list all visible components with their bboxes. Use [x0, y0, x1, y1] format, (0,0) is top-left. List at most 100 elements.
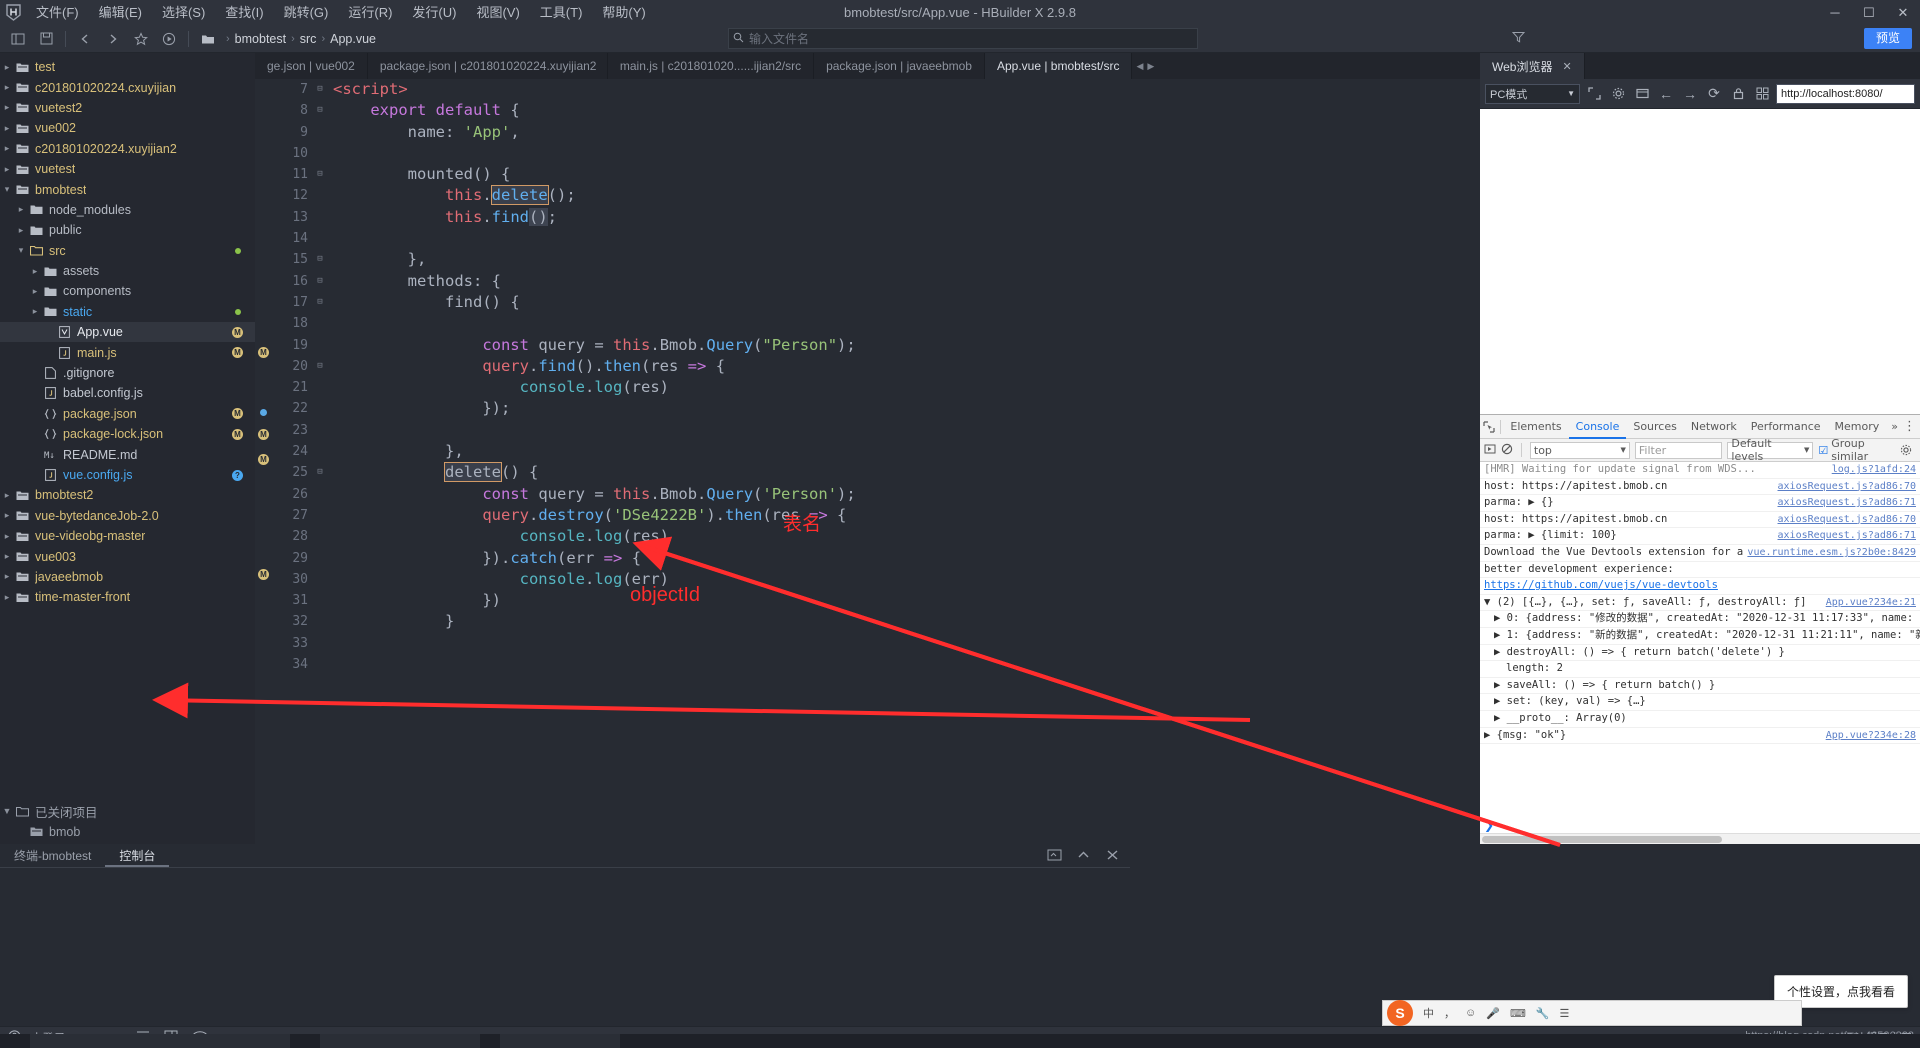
ime-menu-icon[interactable]: ☰ [1560, 1007, 1570, 1020]
console-line-1[interactable]: host: https://apitest.bmob.cn axiosReques… [1480, 479, 1920, 496]
ime-chinese-icon[interactable]: 中 [1423, 1005, 1434, 1021]
clear-console-icon[interactable] [1501, 443, 1513, 458]
editor-tab-4[interactable]: App.vue | bmobtest/src [984, 53, 1133, 79]
chevron-right-icon[interactable]: ▸ [0, 123, 14, 134]
tree-item-c201801020224-xuyijian2[interactable]: ▸ c201801020224.xuyijian2 [0, 139, 255, 159]
console-line-12[interactable]: length: 2 [1480, 661, 1920, 678]
forward-icon[interactable]: → [1680, 84, 1700, 104]
console-source-link[interactable]: App.vue?234e:21 [1826, 595, 1916, 611]
close-icon[interactable] [1105, 848, 1120, 865]
tab-console[interactable]: Console [1569, 415, 1627, 439]
editor-tab-2[interactable]: main.js | c201801020......ijian2/src [607, 53, 815, 79]
tree-item-vuetest2[interactable]: ▸ vuetest2 [0, 98, 255, 118]
console-source-link[interactable]: axiosRequest.js?ad86:70 [1778, 479, 1916, 495]
tab-sources[interactable]: Sources [1626, 415, 1684, 439]
url-bar[interactable]: http://localhost:8080/ [1776, 83, 1915, 104]
kebab-icon[interactable]: ⋮ [1903, 419, 1916, 434]
tree-item-test[interactable]: ▸ test [0, 57, 255, 77]
menu-view[interactable]: 视图(V) [466, 0, 529, 25]
tab-elements[interactable]: Elements [1503, 415, 1568, 439]
chevron-down-icon[interactable]: ▾ [14, 245, 28, 256]
menu-file[interactable]: 文件(F) [26, 0, 89, 25]
tree-item-src[interactable]: ▾ src [0, 241, 255, 261]
console-settings-icon[interactable] [1900, 444, 1916, 456]
console-source-link[interactable]: log.js?1afd:24 [1832, 462, 1916, 478]
menu-select[interactable]: 选择(S) [152, 0, 215, 25]
group-similar-checkbox[interactable]: ☑ Group similar [1818, 437, 1895, 463]
chevron-right-icon[interactable]: ▸ [14, 204, 28, 215]
console-line-9[interactable]: ▶ 0: {address: "修改的数据", createdAt: "2020… [1480, 611, 1920, 628]
console-filter-input[interactable]: Filter [1634, 441, 1723, 459]
tree-item-time-master-front[interactable]: ▸ time-master-front [0, 587, 255, 607]
menu-find[interactable]: 查找(I) [215, 0, 273, 25]
reload-icon[interactable]: ⟳ [1704, 84, 1724, 104]
tree-item--gitignore[interactable]: .gitignore [0, 363, 255, 383]
fold-toggle-icon[interactable]: ⊟ [313, 79, 327, 100]
console-line-4[interactable]: parma: ▶ {limit: 100} axiosRequest.js?ad8… [1480, 528, 1920, 545]
back-icon[interactable]: ← [1656, 84, 1676, 104]
tab-web-browser[interactable]: Web浏览器 ✕ [1480, 53, 1585, 79]
ime-smiley-icon[interactable]: ☺ [1465, 1007, 1476, 1019]
export-icon[interactable] [1047, 848, 1062, 865]
chevron-right-icon[interactable]: ▸ [28, 286, 42, 297]
chevron-right-icon[interactable]: ▸ [0, 102, 14, 113]
console-horizontal-scrollbar[interactable] [1480, 833, 1920, 844]
tree-item-package-json[interactable]: package.json M [0, 404, 255, 424]
toggle-sidebar-icon[interactable] [4, 26, 32, 52]
chevron-right-icon[interactable]: ▸ [0, 490, 14, 501]
browser-viewport[interactable] [1480, 109, 1920, 414]
close-icon[interactable]: ✕ [1562, 60, 1571, 73]
grid-icon[interactable] [1752, 84, 1772, 104]
tree-item-vue-bytedancejob-2-0[interactable]: ▸ vue-bytedanceJob-2.0 [0, 506, 255, 526]
device-mode-select[interactable]: PC模式 ▼ [1485, 83, 1580, 104]
tree-item-app-vue[interactable]: App.vue M [0, 322, 255, 343]
chevron-right-icon[interactable]: ▸ [28, 306, 42, 317]
console-line-7[interactable]: https://github.com/vuejs/vue-devtools [1480, 578, 1920, 595]
console-source-link[interactable]: App.vue?234e:28 [1826, 728, 1916, 744]
tree-item-vue003[interactable]: ▸ vue003 [0, 546, 255, 566]
console-source-link[interactable]: axiosRequest.js?ad86:71 [1778, 495, 1916, 511]
taskbar-item-1[interactable] [30, 1034, 290, 1048]
console-output[interactable]: [HMR] Waiting for update signal from WDS… [1480, 462, 1920, 817]
breadcrumb-item-folder[interactable]: src [300, 32, 317, 46]
tree-item-bmobtest2[interactable]: ▸ bmobtest2 [0, 485, 255, 505]
console-line-0[interactable]: [HMR] Waiting for update signal from WDS… [1480, 462, 1920, 479]
fold-toggle-icon[interactable]: ⊟ [313, 356, 327, 377]
editor-tab-3[interactable]: package.json | javaeebmob [814, 53, 985, 79]
lock-icon[interactable] [1728, 84, 1748, 104]
fold-toggle-icon[interactable]: ⊟ [313, 292, 327, 313]
console-line-13[interactable]: ▶ saveAll: () => { return batch() } [1480, 678, 1920, 695]
maximize-button[interactable]: ☐ [1852, 0, 1886, 25]
tab-terminal[interactable]: 终端-bmobtest [0, 844, 105, 867]
fold-toggle-icon[interactable]: ⊟ [313, 249, 327, 270]
console-line-11[interactable]: ▶ destroyAll: () => { return batch('dele… [1480, 645, 1920, 662]
chevron-right-icon[interactable]: ▸ [0, 592, 14, 603]
preview-button[interactable]: 预览 [1863, 28, 1912, 49]
menu-edit[interactable]: 编辑(E) [89, 0, 152, 25]
tree-item-javaeebmob[interactable]: ▸ javaeebmob [0, 567, 255, 587]
folder-icon[interactable] [194, 26, 222, 52]
tab-performance[interactable]: Performance [1744, 415, 1828, 439]
ime-punctuation-icon[interactable]: ， [1444, 1005, 1455, 1021]
tab-network[interactable]: Network [1684, 415, 1744, 439]
chevron-right-icon[interactable]: ▸ [0, 164, 14, 175]
run-icon[interactable] [155, 26, 183, 52]
file-search-box[interactable] [728, 28, 1198, 49]
inspect-element-icon[interactable] [1482, 420, 1497, 433]
tab-console-panel[interactable]: 控制台 [105, 844, 170, 867]
taskbar-item-3[interactable] [500, 1034, 620, 1048]
resize-icon[interactable] [1584, 84, 1604, 104]
tree-item-vue-videobg-master[interactable]: ▸ vue-videobg-master [0, 526, 255, 546]
menu-goto[interactable]: 跳转(G) [274, 0, 339, 25]
chevron-up-icon[interactable] [1076, 848, 1091, 865]
console-line-2[interactable]: parma: ▶ {} axiosRequest.js?ad86:71 [1480, 495, 1920, 512]
tree-item-c201801020224-cxuyijian[interactable]: ▸ c201801020224.cxuyijian [0, 77, 255, 97]
tab-memory[interactable]: Memory [1828, 415, 1887, 439]
forward-icon[interactable] [99, 26, 127, 52]
back-icon[interactable] [71, 26, 99, 52]
tree-item-vue-config-js[interactable]: vue.config.js? [0, 465, 255, 485]
chevron-down-icon[interactable]: ▾ [0, 184, 14, 195]
console-prompt[interactable]: ❯ [1480, 817, 1920, 833]
chevron-right-icon[interactable]: ▸ [0, 62, 14, 73]
console-line-10[interactable]: ▶ 1: {address: "新的数据", createdAt: "2020-… [1480, 628, 1920, 645]
